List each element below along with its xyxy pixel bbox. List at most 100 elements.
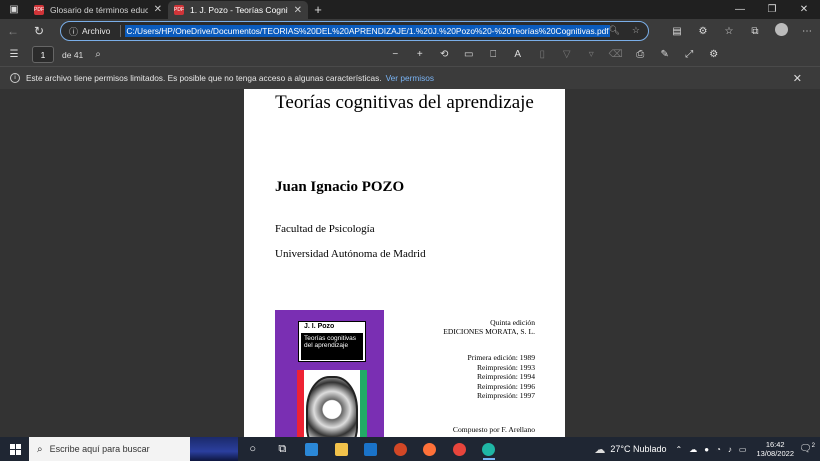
search-highlight-image	[190, 437, 238, 461]
zoom-out-icon[interactable]: −	[383, 49, 408, 60]
firefox-icon[interactable]	[415, 437, 445, 461]
tab-actions-icon[interactable]: ▣	[0, 0, 28, 19]
page-number-input[interactable]: 1	[32, 46, 54, 63]
more-icon[interactable]: ⋯	[794, 26, 820, 37]
erase-icon: ⌫	[608, 49, 623, 60]
save-icon[interactable]: ✎	[653, 49, 678, 60]
address-bar-row: ← ↻ ⓘ Archivo C:/Users/HP/OneDrive/Docum…	[0, 19, 820, 43]
tab-pozo[interactable]: PDF 1. J. Pozo - Teorías Cognitivas.pdf …	[168, 1, 308, 19]
rotate-icon[interactable]: ⟲	[432, 49, 457, 60]
clock-date: 13/08/2022	[756, 449, 794, 458]
profile-avatar[interactable]	[768, 23, 794, 39]
notifications-icon[interactable]: 🗨︎2	[794, 443, 820, 454]
pdf-viewer[interactable]: Teorías cognitivas del aprendizaje Juan …	[0, 89, 820, 437]
battery-icon[interactable]: ▭	[739, 445, 747, 454]
permissions-infobar: i Este archivo tiene permisos limitados.…	[0, 66, 820, 89]
restore-icon[interactable]: ❐	[756, 0, 788, 19]
highlight-icon: ▿	[588, 49, 594, 60]
url-text[interactable]: C:/Users/HP/OneDrive/Documentos/TEORIAS%…	[125, 25, 610, 37]
publisher-name: EDICIONES MORATA, S. L.	[443, 327, 535, 336]
favorites-icon[interactable]: ☆	[716, 26, 742, 37]
first-edition: Primera edición: 1989	[467, 353, 535, 362]
task-view-icon[interactable]: ⧉	[268, 437, 298, 461]
cortana-icon[interactable]: ○	[238, 437, 268, 461]
reprint: Reimpresión: 1993	[476, 362, 535, 372]
document-author: Juan Ignacio POZO	[275, 179, 405, 195]
tab-title: Glosario de términos educativos	[50, 4, 148, 15]
page-view-icon[interactable]: ⎕	[481, 49, 506, 60]
cover-label: J. I. Pozo Teorías cognitivas del aprend…	[298, 321, 366, 362]
chevron-up-icon[interactable]: ⌃	[676, 445, 683, 454]
tab-title: 1. J. Pozo - Teorías Cognitivas.pdf	[190, 5, 288, 15]
reading-view-icon[interactable]: ▤	[664, 26, 690, 37]
text-icon: ▯	[539, 49, 545, 60]
tab-strip: ▣ PDF Glosario de términos educativos ✕ …	[0, 0, 820, 19]
window-controls: — ❐ ✕	[724, 0, 820, 19]
settings-icon[interactable]: ⚙	[702, 49, 727, 60]
print-icon[interactable]: ⎙	[628, 49, 653, 60]
wifi-icon[interactable]: ◔	[716, 445, 721, 454]
search-icon: ⌕	[37, 443, 43, 455]
edition: Quinta edición	[490, 318, 535, 327]
page-count: de 41	[62, 49, 84, 60]
chrome-icon[interactable]	[445, 437, 475, 461]
pdf-icon: PDF	[34, 4, 44, 15]
tray-icons: ⌃ ☁ ● ◔ ♪ ▭	[676, 445, 747, 454]
search-placeholder: Escribe aquí para buscar	[49, 444, 150, 454]
antivirus-icon[interactable]: ●	[704, 445, 709, 454]
system-tray: ☁ 27°C Nublado ⌃ ☁ ● ◔ ♪ ▭ 16:42 13/08/2…	[594, 437, 820, 461]
book-cover: J. I. Pozo Teorías cognitivas del aprend…	[275, 310, 384, 437]
clock-time: 16:42	[765, 440, 785, 449]
volume-icon[interactable]: ♪	[728, 445, 732, 454]
reprint: Reimpresión: 1997	[476, 391, 535, 400]
close-tab-icon[interactable]: ✕	[294, 5, 302, 16]
document-title: Teorías cognitivas del aprendizaje	[275, 92, 534, 113]
read-aloud-icon[interactable]: A	[506, 49, 531, 60]
pdf-tools: − + ⟲ ▭ ⎕ A ▯ ▽ ▿ ⌫ ⎙ ✎ ⤢ ⚙	[383, 43, 726, 66]
onedrive-icon[interactable]: ☁	[689, 445, 697, 454]
fullscreen-icon[interactable]: ⤢	[677, 49, 702, 60]
contents-icon[interactable]: ☰	[0, 49, 28, 60]
divider	[120, 25, 122, 37]
zoom-icon[interactable]: 🔍︎	[608, 25, 619, 36]
info-icon[interactable]: ⓘ	[69, 25, 78, 38]
pinned-apps: ○ ⧉	[238, 437, 504, 461]
close-tab-icon[interactable]: ✕	[154, 4, 162, 15]
start-button[interactable]	[0, 443, 30, 455]
affiliation-faculty: Facultad de Psicología	[275, 223, 375, 235]
cloud-icon: ☁	[594, 443, 606, 456]
add-favorite-icon[interactable]: ☆	[632, 25, 640, 36]
reprint: Reimpresión: 1994	[476, 372, 535, 381]
back-icon[interactable]: ←	[0, 24, 26, 38]
search-icon[interactable]: ⌕	[95, 49, 101, 60]
address-actions: 🔍︎ ☆	[608, 25, 640, 36]
refresh-icon[interactable]: ↻	[26, 24, 52, 38]
pdf-toolbar: ☰ 1 de 41 ⌕ − + ⟲ ▭ ⎕ A ▯ ▽ ▿ ⌫ ⎙ ✎ ⤢ ⚙	[0, 43, 820, 66]
cover-author: J. I. Pozo	[304, 323, 335, 330]
address-bar[interactable]: ⓘ Archivo C:/Users/HP/OneDrive/Documento…	[60, 21, 649, 41]
tab-glosario[interactable]: PDF Glosario de términos educativos ✕	[28, 0, 168, 19]
collections-icon[interactable]: ⧉	[742, 26, 768, 37]
extensions-icon[interactable]: ⚙	[690, 26, 716, 37]
clock[interactable]: 16:42 13/08/2022	[756, 440, 794, 458]
info-icon: i	[10, 73, 20, 83]
zoom-in-icon[interactable]: +	[408, 49, 433, 60]
draw-icon: ▽	[562, 49, 571, 60]
cover-title: Teorías cognitivas del aprendizaje	[301, 333, 363, 360]
fit-page-icon[interactable]: ▭	[457, 49, 482, 60]
view-permissions-link[interactable]: Ver permisos	[386, 73, 434, 83]
new-tab-button[interactable]: +	[308, 0, 328, 19]
close-icon[interactable]: ✕	[793, 72, 802, 85]
composed-by: Compuesto por F. Arellano	[452, 425, 535, 434]
file-explorer-icon[interactable]	[327, 437, 357, 461]
weather-text[interactable]: 27°C Nublado	[610, 444, 666, 454]
mail-icon[interactable]	[356, 437, 386, 461]
powerpoint-icon[interactable]	[386, 437, 416, 461]
site-label: Archivo	[82, 26, 111, 36]
taskbar-search[interactable]: ⌕ Escribe aquí para buscar	[29, 437, 238, 461]
edge-icon[interactable]	[474, 437, 504, 461]
tasks-app-icon[interactable]	[297, 437, 327, 461]
windows-logo-icon	[9, 443, 21, 455]
close-window-icon[interactable]: ✕	[788, 0, 820, 19]
minimize-icon[interactable]: —	[724, 0, 756, 19]
